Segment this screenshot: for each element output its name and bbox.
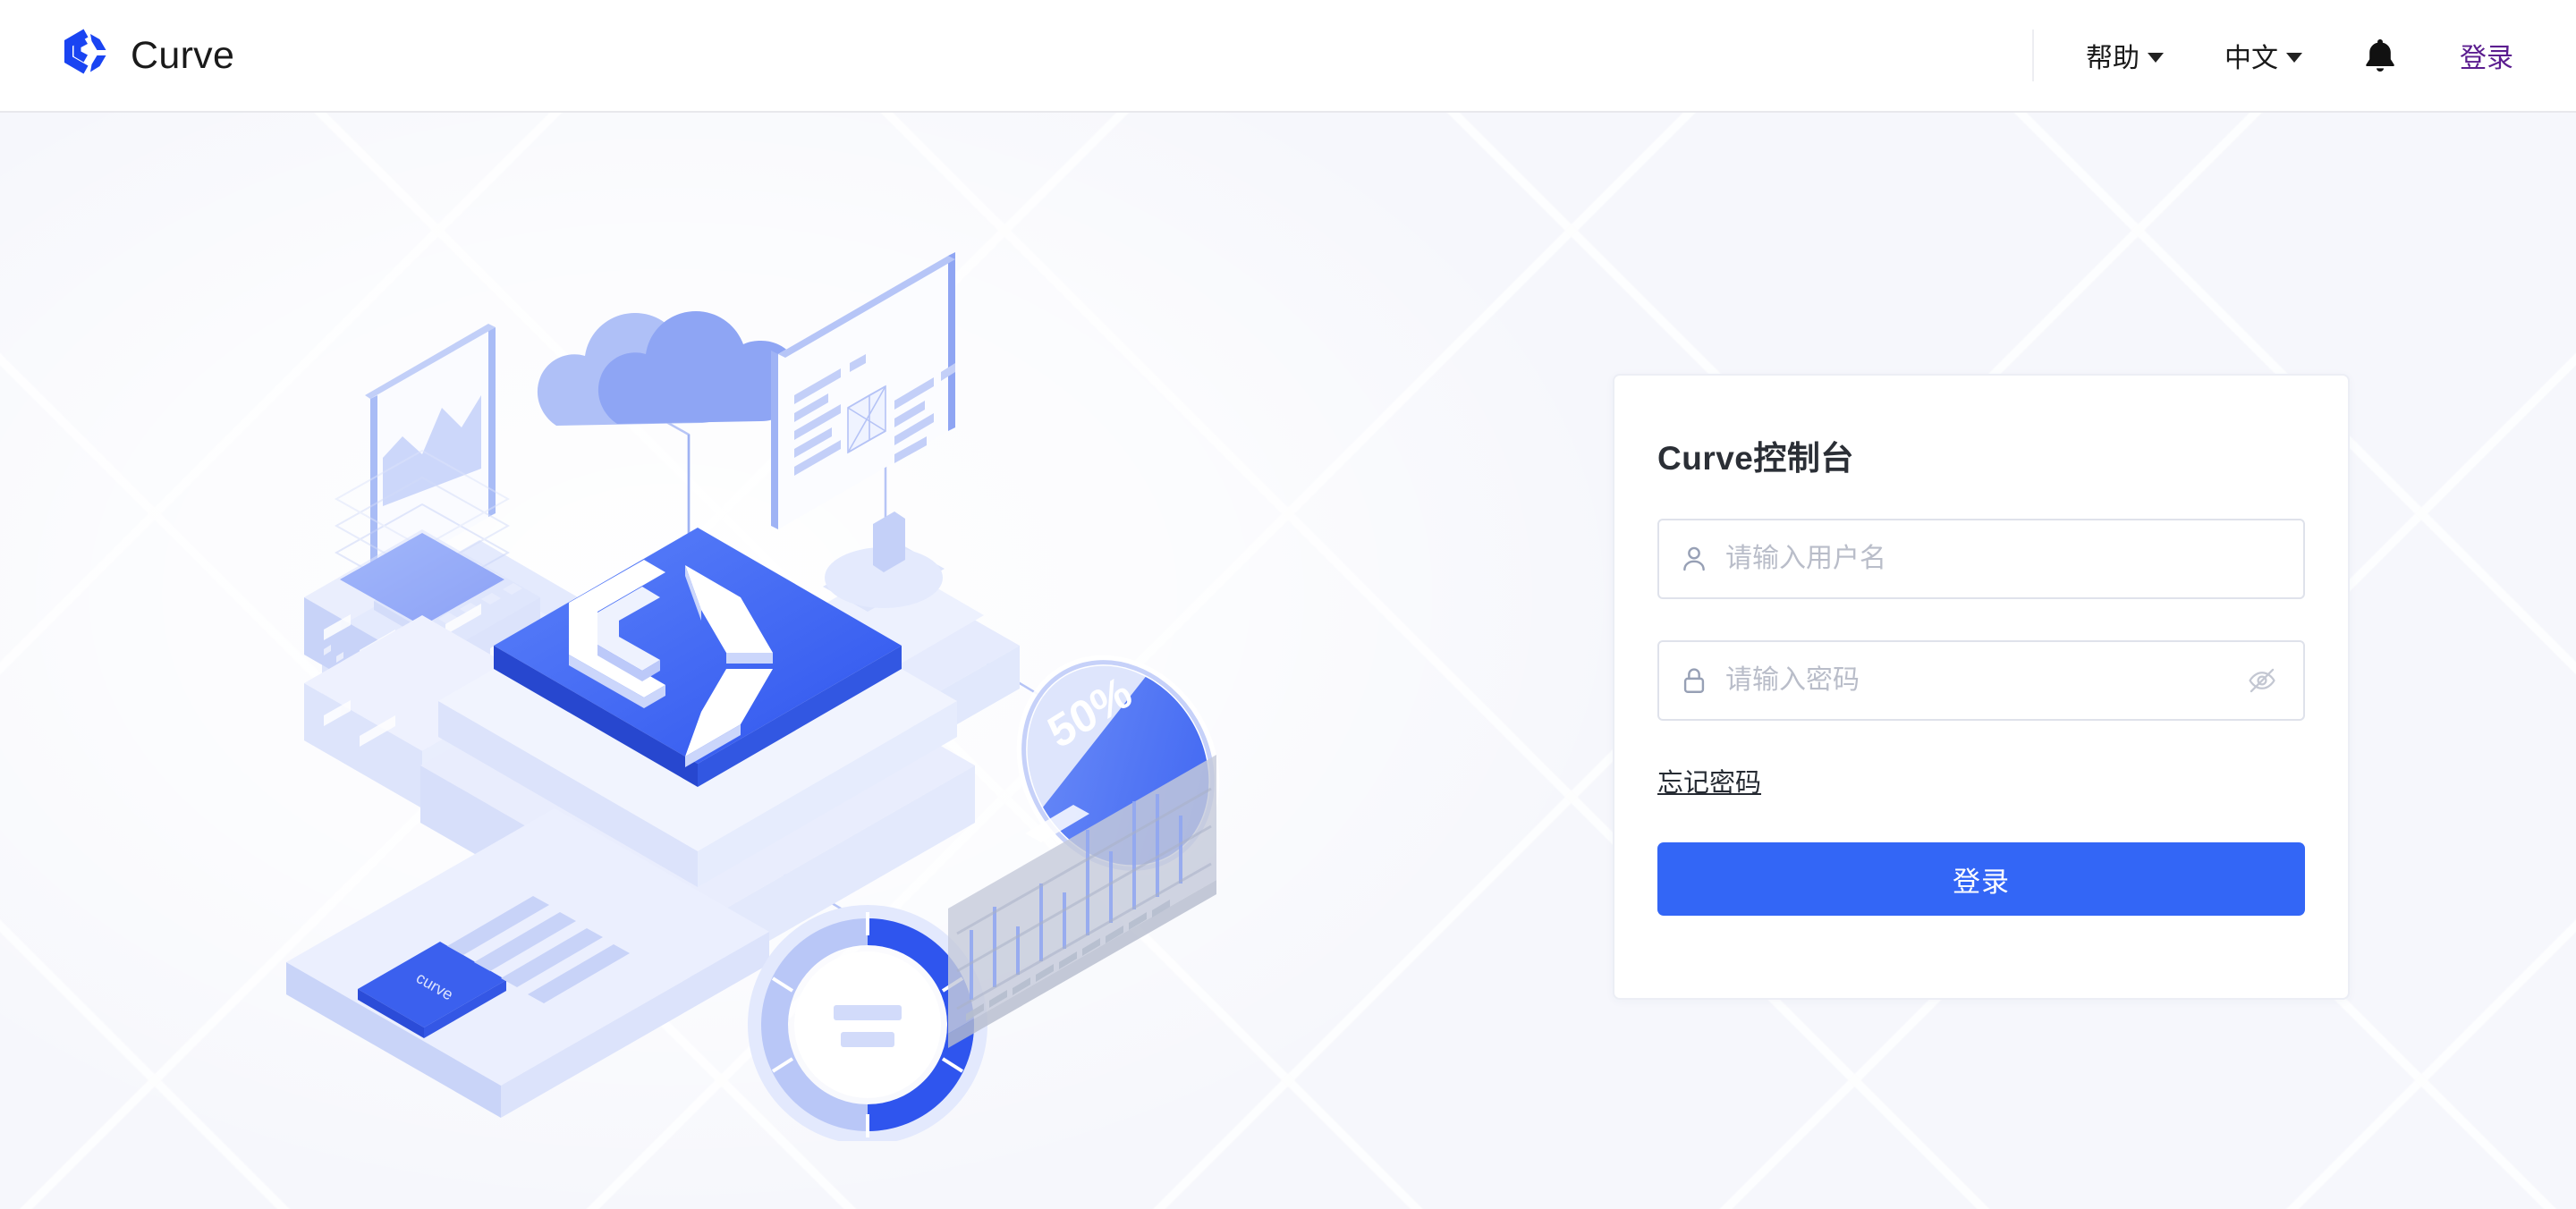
eye-off-icon[interactable] bbox=[2244, 665, 2280, 696]
curve-isometric-illustration: 50% curve bbox=[268, 140, 1288, 1141]
username-field-wrapper[interactable] bbox=[1657, 519, 2305, 599]
help-menu-label: 帮助 bbox=[2086, 44, 2140, 73]
page-body: 50% curve Curve控制台 请输入用户名 忘记密码 登录 bbox=[0, 113, 2576, 1209]
header-actions: 帮助 中文 登录 bbox=[2032, 0, 2513, 111]
chevron-down-icon bbox=[2148, 52, 2164, 63]
language-menu[interactable]: 中文 bbox=[2224, 36, 2302, 75]
bell-icon bbox=[2363, 38, 2397, 73]
language-menu-label: 中文 bbox=[2224, 44, 2278, 73]
header-login-link[interactable]: 登录 bbox=[2460, 36, 2513, 75]
login-card-title: Curve控制台 bbox=[1657, 440, 1854, 477]
chevron-down-icon bbox=[2286, 52, 2302, 63]
help-menu[interactable]: 帮助 bbox=[2086, 36, 2164, 75]
login-card: Curve控制台 请输入用户名 忘记密码 登录 bbox=[1613, 374, 2350, 1000]
username-input[interactable] bbox=[1725, 520, 2303, 597]
password-input[interactable] bbox=[1725, 642, 2244, 719]
curve-logo-icon bbox=[55, 26, 114, 85]
brand-name: Curve bbox=[131, 33, 235, 77]
top-header: Curve 帮助 中文 登录 bbox=[0, 0, 2576, 113]
illustration-donut-gauge bbox=[748, 905, 987, 1141]
notifications-button[interactable] bbox=[2363, 38, 2397, 73]
forgot-password-link[interactable]: 忘记密码 bbox=[1657, 762, 1761, 799]
user-icon bbox=[1679, 544, 1709, 574]
header-divider bbox=[2032, 30, 2034, 81]
password-field-wrapper[interactable] bbox=[1657, 640, 2305, 721]
login-submit-button[interactable]: 登录 bbox=[1657, 842, 2305, 916]
lock-icon bbox=[1679, 665, 1709, 696]
brand-logo-area[interactable]: Curve bbox=[55, 26, 234, 85]
